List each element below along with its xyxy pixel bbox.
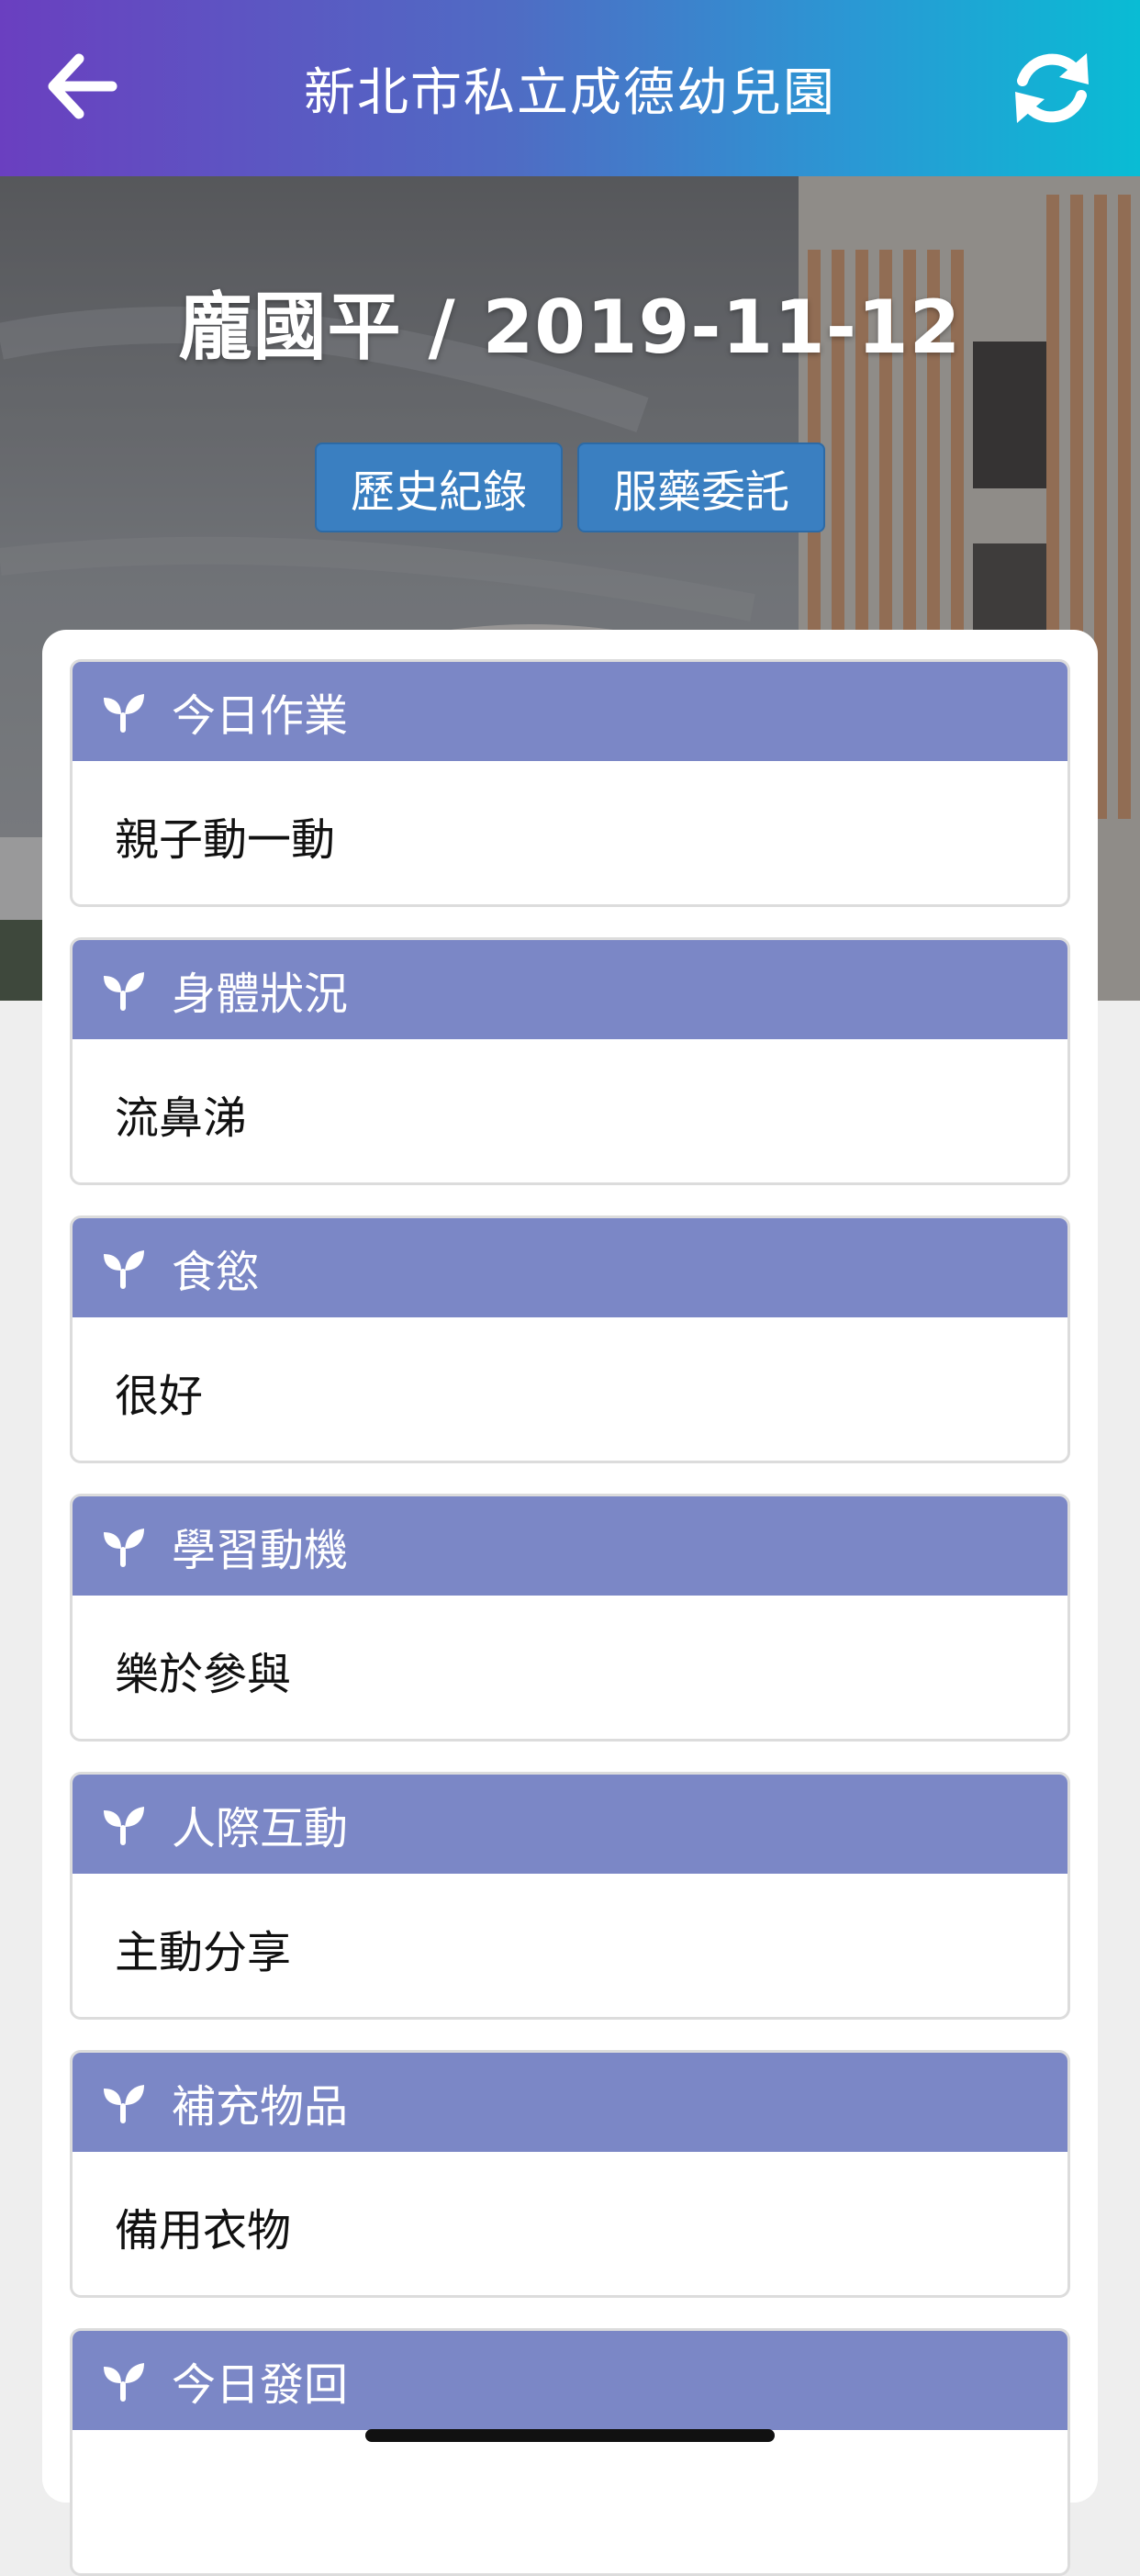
section-title: 身體狀況 bbox=[172, 969, 349, 1020]
daily-report-card: 今日作業 親子動一動 身體狀況 流鼻涕 食慾 很好 學習動機 樂於參與 人際互動… bbox=[42, 630, 1098, 2576]
section-title: 學習動機 bbox=[172, 1525, 349, 1576]
sprout-icon bbox=[100, 2358, 146, 2403]
sprout-icon bbox=[100, 689, 146, 734]
back-button[interactable] bbox=[37, 42, 125, 130]
refresh-button[interactable] bbox=[1000, 37, 1103, 140]
page-title: 新北市私立成德幼兒園 bbox=[304, 62, 836, 123]
medication-request-button[interactable]: 服藥委託 bbox=[577, 442, 825, 532]
section-header: 食慾 bbox=[73, 1218, 1067, 1317]
home-indicator bbox=[365, 2429, 775, 2442]
section-health: 身體狀況 流鼻涕 bbox=[70, 937, 1070, 1185]
app-header: 新北市私立成德幼兒園 bbox=[0, 0, 1140, 176]
section-header: 人際互動 bbox=[73, 1775, 1067, 1874]
section-value: 備用衣物 bbox=[115, 2205, 292, 2257]
sprout-icon bbox=[100, 1801, 146, 1847]
section-value: 親子動一動 bbox=[115, 814, 336, 866]
sprout-icon bbox=[100, 967, 146, 1013]
section-header: 今日作業 bbox=[73, 662, 1067, 761]
section-social: 人際互動 主動分享 bbox=[70, 1772, 1070, 2020]
sprout-icon bbox=[100, 1245, 146, 1291]
section-header: 身體狀況 bbox=[73, 940, 1067, 1039]
section-motivation: 學習動機 樂於參與 bbox=[70, 1494, 1070, 1742]
section-value bbox=[73, 2430, 1067, 2573]
section-title: 今日作業 bbox=[172, 690, 349, 742]
section-supplies: 補充物品 備用衣物 bbox=[70, 2050, 1070, 2298]
section-value: 流鼻涕 bbox=[115, 1092, 248, 1144]
history-button[interactable]: 歷史紀錄 bbox=[315, 442, 563, 532]
section-homework: 今日作業 親子動一動 bbox=[70, 659, 1070, 907]
section-value: 樂於參與 bbox=[115, 1649, 292, 1700]
section-header: 學習動機 bbox=[73, 1496, 1067, 1596]
section-appetite: 食慾 很好 bbox=[70, 1215, 1070, 1463]
section-header: 今日發回 bbox=[73, 2331, 1067, 2430]
section-header: 補充物品 bbox=[73, 2053, 1067, 2152]
section-value: 很好 bbox=[115, 1371, 204, 1422]
sprout-icon bbox=[100, 1523, 146, 1569]
section-title: 補充物品 bbox=[172, 2081, 349, 2133]
section-title: 今日發回 bbox=[172, 2359, 349, 2411]
section-title: 人際互動 bbox=[172, 1803, 349, 1854]
arrow-left-icon bbox=[48, 53, 117, 119]
sprout-icon bbox=[100, 2079, 146, 2125]
refresh-icon bbox=[1015, 53, 1089, 123]
action-buttons: 歷史紀錄 服藥委託 bbox=[0, 442, 1140, 532]
section-value: 主動分享 bbox=[115, 1927, 292, 1978]
section-title: 食慾 bbox=[172, 1247, 261, 1298]
student-date-heading: 龐國平 / 2019-11-12 bbox=[178, 285, 962, 370]
section-returned-items: 今日發回 bbox=[70, 2328, 1070, 2576]
